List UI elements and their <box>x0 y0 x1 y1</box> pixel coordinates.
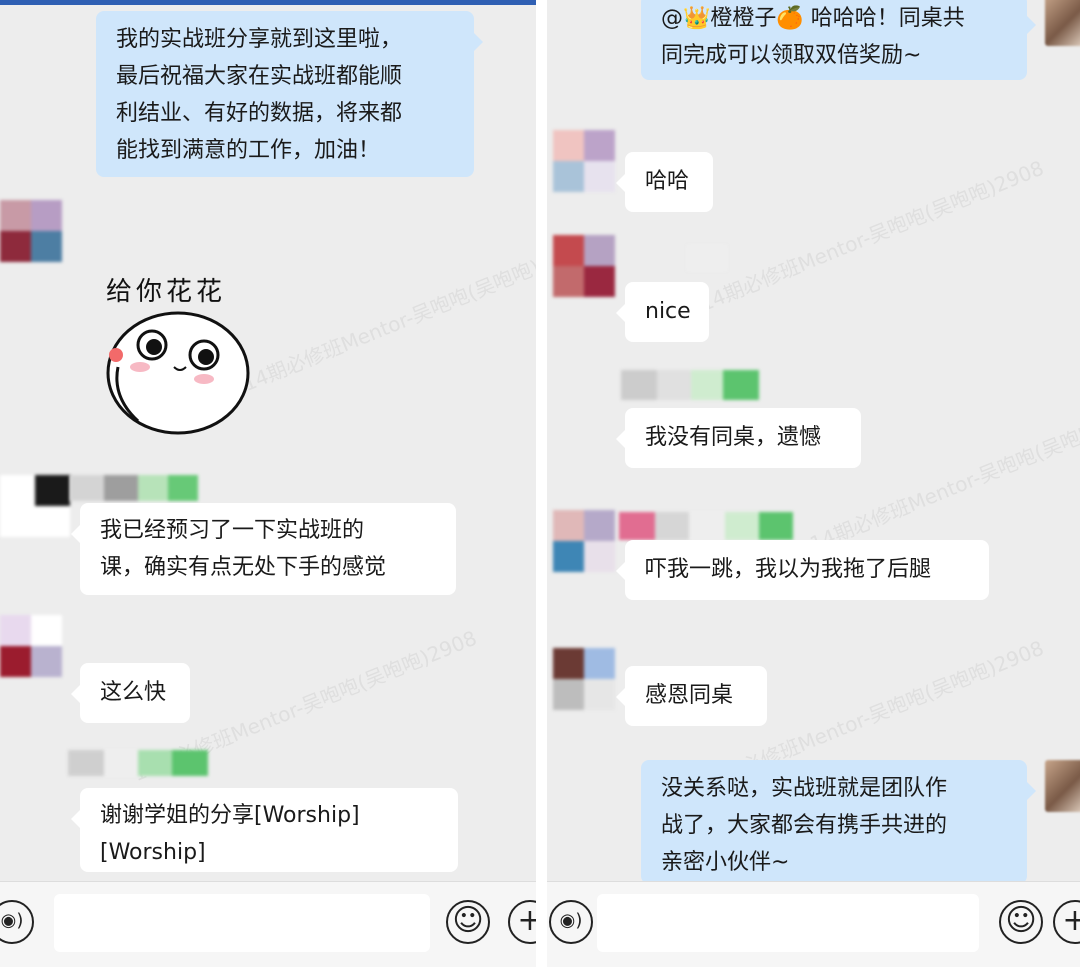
message-line: 课，确实有点无处下手的感觉 <box>100 555 387 580</box>
incoming-message-bubble[interactable]: nice <box>616 282 709 342</box>
message-line: 吓我一跳，我以为我拖了后腿 <box>645 557 932 582</box>
voice-icon[interactable]: ◉) <box>0 900 34 944</box>
message-line: 最后祝福大家在实战班都能顺 <box>116 64 403 89</box>
sender-avatar[interactable] <box>553 130 615 192</box>
message-line: 我没有同桌，遗憾 <box>645 425 822 450</box>
self-avatar[interactable] <box>1045 760 1080 812</box>
message-input[interactable] <box>597 894 979 952</box>
incoming-message-bubble[interactable]: 哈哈 <box>616 152 713 212</box>
message-line: 我已经预习了一下实战班的 <box>100 518 365 543</box>
message-line: 战了，大家都会有携手共进的 <box>661 813 948 838</box>
incoming-message-bubble[interactable]: 谢谢学姐的分享[Worship] [Worship] <box>71 788 458 872</box>
message-line: 亲密小伙伴~ <box>661 850 790 875</box>
message-input[interactable] <box>54 894 430 952</box>
watermark: 14期必修班Mentor-吴咆咆(吴咆咆)2908 <box>696 155 1048 317</box>
incoming-message-bubble[interactable]: 我没有同桌，遗憾 <box>616 408 861 468</box>
outgoing-message-bubble[interactable]: 没关系哒，实战班就是团队作 战了，大家都会有携手共进的 亲密小伙伴~ <box>641 760 1036 884</box>
sticker-image[interactable]: 给你花花 <box>96 265 266 435</box>
sender-name-blurred <box>70 475 198 501</box>
message-line: 谢谢学姐的分享[Worship] <box>100 803 360 828</box>
sender-name-blurred <box>687 245 727 271</box>
chat-input-bar: ◉) ☺ + <box>547 881 1080 967</box>
message-line: 哈哈 <box>645 169 690 194</box>
message-line: [Worship] <box>100 840 206 865</box>
emoji-icon[interactable]: ☺ <box>446 900 490 944</box>
self-avatar[interactable] <box>1045 0 1080 46</box>
message-line: @👑橙橙子🍊 哈哈哈！同桌共 <box>661 6 965 31</box>
sender-avatar[interactable] <box>553 648 615 710</box>
message-line: 这么快 <box>100 680 167 705</box>
sender-avatar[interactable] <box>0 475 70 537</box>
sticker-caption: 给你花花 <box>106 277 227 307</box>
sender-avatar[interactable] <box>553 510 615 572</box>
sender-name-blurred <box>68 750 208 776</box>
incoming-message-bubble[interactable]: 我已经预习了一下实战班的 课，确实有点无处下手的感觉 <box>71 503 456 595</box>
plus-icon[interactable]: + <box>508 900 536 944</box>
plus-icon[interactable]: + <box>1053 900 1080 944</box>
watermark: 14期必修班Mentor-吴咆咆(吴咆咆)2908 <box>239 235 536 397</box>
sender-avatar[interactable] <box>0 200 62 262</box>
message-line: 同完成可以领取双倍奖励~ <box>661 43 922 68</box>
sender-avatar[interactable] <box>553 235 615 297</box>
incoming-message-bubble[interactable]: 感恩同桌 <box>616 666 767 726</box>
outgoing-message-bubble[interactable]: 我的实战班分享就到这里啦， 最后祝福大家在实战班都能顺 利结业、有好的数据，将来… <box>96 11 483 177</box>
right-chat-screenshot: 14期必修班Mentor-吴咆咆(吴咆咆)2908 14期必修班Mentor-吴… <box>547 0 1080 967</box>
message-line: nice <box>645 299 691 324</box>
message-line: 利结业、有好的数据，将来都 <box>116 101 403 126</box>
message-line: 没关系哒，实战班就是团队作 <box>661 776 948 801</box>
incoming-message-bubble[interactable]: 吓我一跳，我以为我拖了后腿 <box>616 540 989 600</box>
sender-avatar[interactable] <box>0 615 62 677</box>
top-accent-line <box>0 0 536 5</box>
sender-name-blurred <box>619 512 793 540</box>
message-line: 感恩同桌 <box>645 683 734 708</box>
message-line: 能找到满意的工作，加油！ <box>116 138 381 163</box>
smiley-face-icon <box>106 311 250 435</box>
incoming-message-bubble[interactable]: 这么快 <box>71 663 190 723</box>
outgoing-message-bubble[interactable]: @👑橙橙子🍊 哈哈哈！同桌共 同完成可以领取双倍奖励~ <box>641 0 1036 80</box>
voice-icon[interactable]: ◉) <box>549 900 593 944</box>
left-chat-screenshot: 14期必修班Mentor-吴咆咆(吴咆咆)2908 14期必修班Mentor-吴… <box>0 0 536 967</box>
chat-input-bar: ◉) ☺ + <box>0 881 536 967</box>
sender-name-blurred <box>621 370 759 400</box>
emoji-icon[interactable]: ☺ <box>999 900 1043 944</box>
message-line: 我的实战班分享就到这里啦， <box>116 27 403 52</box>
